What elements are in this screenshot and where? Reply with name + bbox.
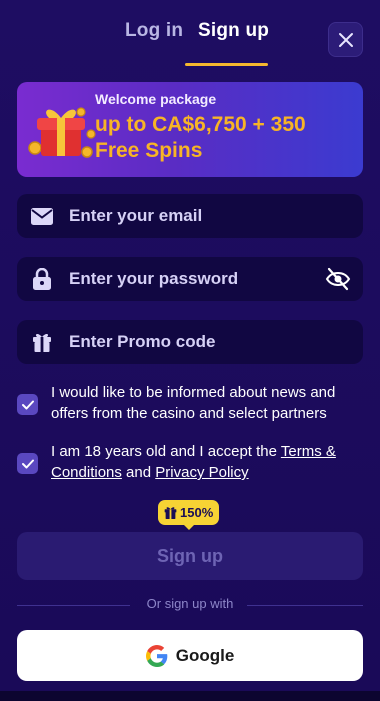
tab-signup[interactable]: Sign up	[198, 20, 269, 42]
check-icon	[21, 459, 34, 468]
signup-screen: Log in Sign up Welcome package up to CA$…	[0, 0, 380, 701]
promo-field	[17, 320, 363, 364]
social-divider: Or sign up with	[17, 596, 363, 614]
active-tab-indicator	[185, 63, 268, 66]
news-consent-row: I would like to be informed about news a…	[17, 382, 363, 426]
banner-title-line1: up to CA$6,750 + 350	[95, 113, 306, 136]
banner-title: up to CA$6,750 + 350 Free Spins	[95, 112, 306, 164]
google-signup-button[interactable]: Google	[17, 630, 363, 681]
age-consent-text: I am 18 years old and I accept the Terms…	[51, 441, 351, 483]
google-icon	[145, 644, 168, 667]
eye-off-icon[interactable]	[325, 267, 351, 291]
envelope-icon	[31, 205, 53, 227]
password-field	[17, 257, 363, 301]
age-consent-prefix: I am 18 years old and I accept the	[51, 443, 281, 460]
bottom-bar	[0, 691, 380, 701]
lock-icon	[31, 268, 53, 290]
google-button-label: Google	[175, 645, 235, 665]
password-input[interactable]	[69, 257, 319, 301]
gift-icon	[164, 507, 177, 519]
auth-tabs: Log in Sign up	[0, 14, 380, 66]
age-consent-row: I am 18 years old and I accept the Terms…	[17, 441, 363, 485]
email-input[interactable]	[69, 194, 319, 238]
divider-text: Or sign up with	[146, 596, 234, 611]
check-icon	[21, 400, 34, 409]
age-consent-checkbox[interactable]	[17, 453, 38, 474]
news-consent-text: I would like to be informed about news a…	[51, 384, 336, 422]
bonus-badge-label: 150%	[180, 505, 214, 520]
banner-title-line2: Free Spins	[95, 139, 203, 162]
signup-button[interactable]: Sign up	[17, 532, 363, 580]
news-consent-checkbox[interactable]	[17, 394, 38, 415]
bonus-badge: 150%	[158, 500, 220, 530]
age-consent-middle: and	[121, 464, 156, 481]
welcome-banner: Welcome package up to CA$6,750 + 350 Fre…	[17, 82, 363, 177]
email-field	[17, 194, 363, 238]
close-button[interactable]	[328, 22, 363, 57]
tab-login[interactable]: Log in	[125, 20, 183, 42]
privacy-policy-link[interactable]: Privacy Policy	[155, 464, 248, 481]
banner-subtitle: Welcome package	[95, 91, 217, 107]
promo-code-input[interactable]	[69, 320, 319, 364]
gift-icon	[28, 107, 96, 158]
gift-icon	[31, 331, 53, 353]
close-icon	[338, 32, 353, 47]
divider-line-right	[247, 605, 363, 606]
